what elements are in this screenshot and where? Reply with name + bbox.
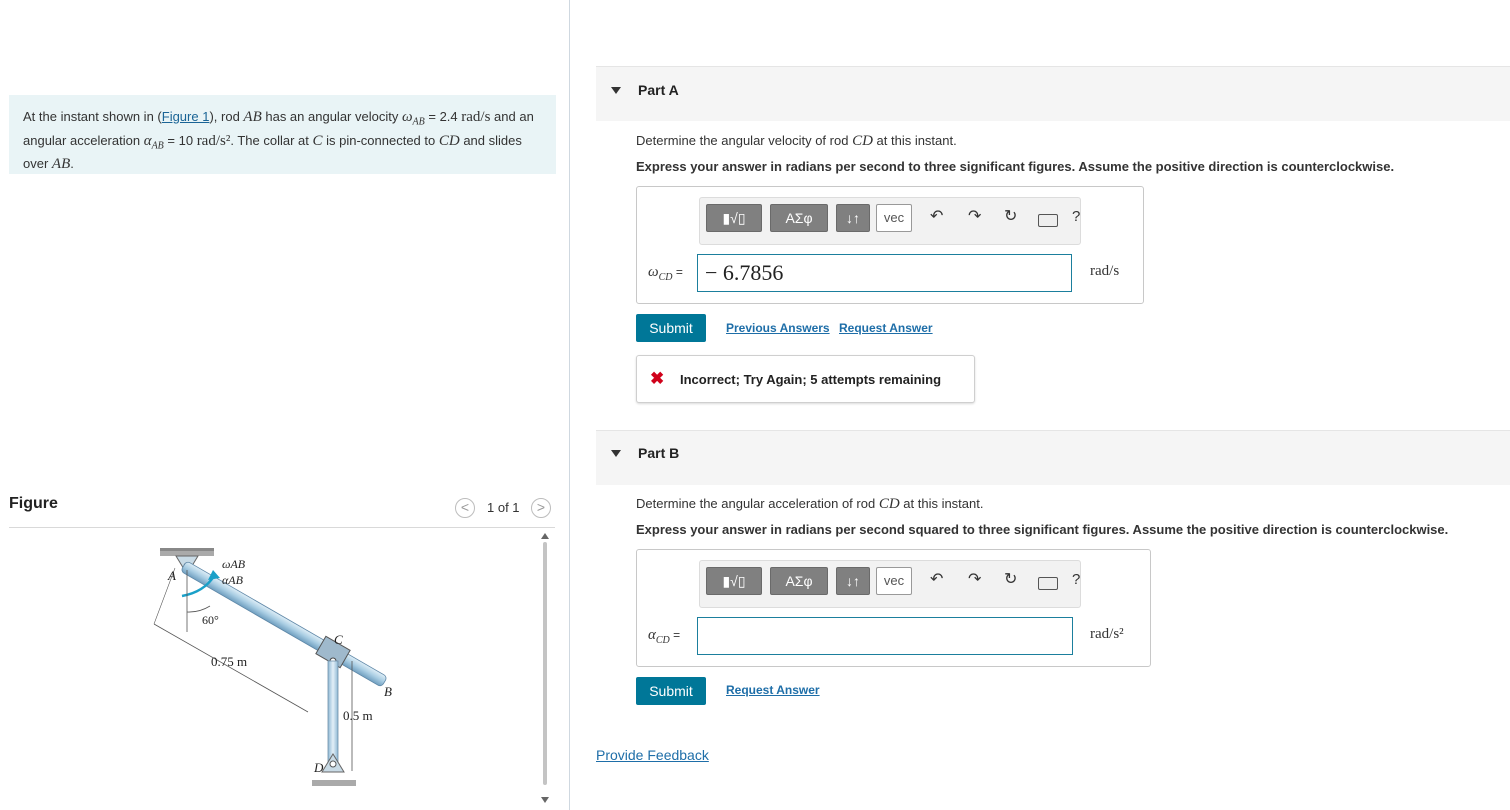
collapse-caret-icon[interactable] xyxy=(611,450,621,457)
vector-button[interactable]: vec xyxy=(876,204,912,232)
part-a-title: Part A xyxy=(638,82,679,98)
part-a-submit-button[interactable]: Submit xyxy=(636,314,706,342)
template-button[interactable]: ▮√▯ xyxy=(706,567,762,595)
keyboard-icon[interactable] xyxy=(1038,577,1058,590)
subscript-button[interactable]: ↓↑ xyxy=(836,567,870,595)
label-b: B xyxy=(384,684,392,699)
label-d: D xyxy=(313,760,324,775)
part-b-answer-box: ▮√▯ ΑΣφ ↓↑ vec ↶ ↷ ↻ ? αCD = rad/s² xyxy=(636,549,1151,667)
part-b-title: Part B xyxy=(638,445,680,461)
part-b-request-answer-link[interactable]: Request Answer xyxy=(726,683,820,697)
part-a-header[interactable] xyxy=(596,66,1510,121)
part-b-variable-label: αCD = xyxy=(648,627,681,646)
label-a: A xyxy=(167,568,176,583)
problem-statement: At the instant shown in (Figure 1), rod … xyxy=(9,95,556,174)
feedback-text: Incorrect; Try Again; 5 attempts remaini… xyxy=(680,372,942,387)
help-button[interactable]: ? xyxy=(1072,571,1080,588)
greek-button[interactable]: ΑΣφ xyxy=(770,204,828,232)
error-x-icon: ✖ xyxy=(650,369,665,388)
previous-answers-link[interactable]: Previous Answers xyxy=(726,321,830,335)
reset-icon[interactable]: ↻ xyxy=(1004,206,1017,226)
part-b-header[interactable] xyxy=(596,430,1510,485)
greek-button[interactable]: ΑΣφ xyxy=(770,567,828,595)
column-divider xyxy=(569,0,570,810)
scroll-up-arrow[interactable] xyxy=(541,533,549,539)
part-a-question: Determine the angular velocity of rod CD… xyxy=(636,133,957,149)
provide-feedback-link[interactable]: Provide Feedback xyxy=(596,747,709,763)
figure-heading: Figure xyxy=(9,495,58,512)
part-b-answer-input[interactable] xyxy=(697,617,1073,655)
vector-button[interactable]: vec xyxy=(876,567,912,595)
label-length-cd: 0.5 m xyxy=(343,708,373,723)
label-length-ab: 0.75 m xyxy=(211,654,247,669)
label-alpha-ab: αAB xyxy=(222,573,244,587)
part-b-unit: rad/s² xyxy=(1090,626,1124,642)
collapse-caret-icon[interactable] xyxy=(611,87,621,94)
help-button[interactable]: ? xyxy=(1072,208,1080,225)
label-angle: 60° xyxy=(202,613,219,627)
part-b-instruction: Express your answer in radians per secon… xyxy=(636,522,1449,537)
template-button[interactable]: ▮√▯ xyxy=(706,204,762,232)
part-a-variable-label: ωCD = xyxy=(648,264,683,283)
part-a-instruction: Express your answer in radians per secon… xyxy=(636,159,1395,174)
figure-divider xyxy=(9,527,555,528)
figure-prev-button[interactable]: < xyxy=(455,498,475,518)
part-a-request-answer-link[interactable]: Request Answer xyxy=(839,321,933,335)
feedback-message: ✖ Incorrect; Try Again; 5 attempts remai… xyxy=(636,355,975,403)
label-omega-ab: ωAB xyxy=(222,557,246,571)
redo-icon[interactable]: ↷ xyxy=(968,206,981,226)
figure-counter: 1 of 1 xyxy=(487,500,520,515)
math-toolbar: ▮√▯ ΑΣφ ↓↑ vec ↶ ↷ ↻ ? xyxy=(699,197,1081,245)
undo-icon[interactable]: ↶ xyxy=(930,206,943,226)
redo-icon[interactable]: ↷ xyxy=(968,569,981,589)
figure-link[interactable]: Figure 1 xyxy=(162,109,210,124)
keyboard-icon[interactable] xyxy=(1038,214,1058,227)
part-b-question: Determine the angular acceleration of ro… xyxy=(636,496,984,512)
mechanism-diagram: A B C D ωAB αAB 60° 0.75 m 0.5 m xyxy=(153,548,392,786)
reset-icon[interactable]: ↻ xyxy=(1004,569,1017,589)
math-toolbar: ▮√▯ ΑΣφ ↓↑ vec ↶ ↷ ↻ ? xyxy=(699,560,1081,608)
part-b-submit-button[interactable]: Submit xyxy=(636,677,706,705)
subscript-button[interactable]: ↓↑ xyxy=(836,204,870,232)
figure-next-button[interactable]: > xyxy=(531,498,551,518)
part-a-answer-input[interactable]: − 6.7856 xyxy=(697,254,1072,292)
part-a-unit: rad/s xyxy=(1090,263,1120,279)
scroll-down-arrow[interactable] xyxy=(541,797,549,803)
figure-scrollbar[interactable] xyxy=(543,542,547,785)
part-a-answer-box: ▮√▯ ΑΣφ ↓↑ vec ↶ ↷ ↻ ? ωCD = − 6.7856 ra… xyxy=(636,186,1144,304)
undo-icon[interactable]: ↶ xyxy=(930,569,943,589)
label-c: C xyxy=(334,632,343,647)
